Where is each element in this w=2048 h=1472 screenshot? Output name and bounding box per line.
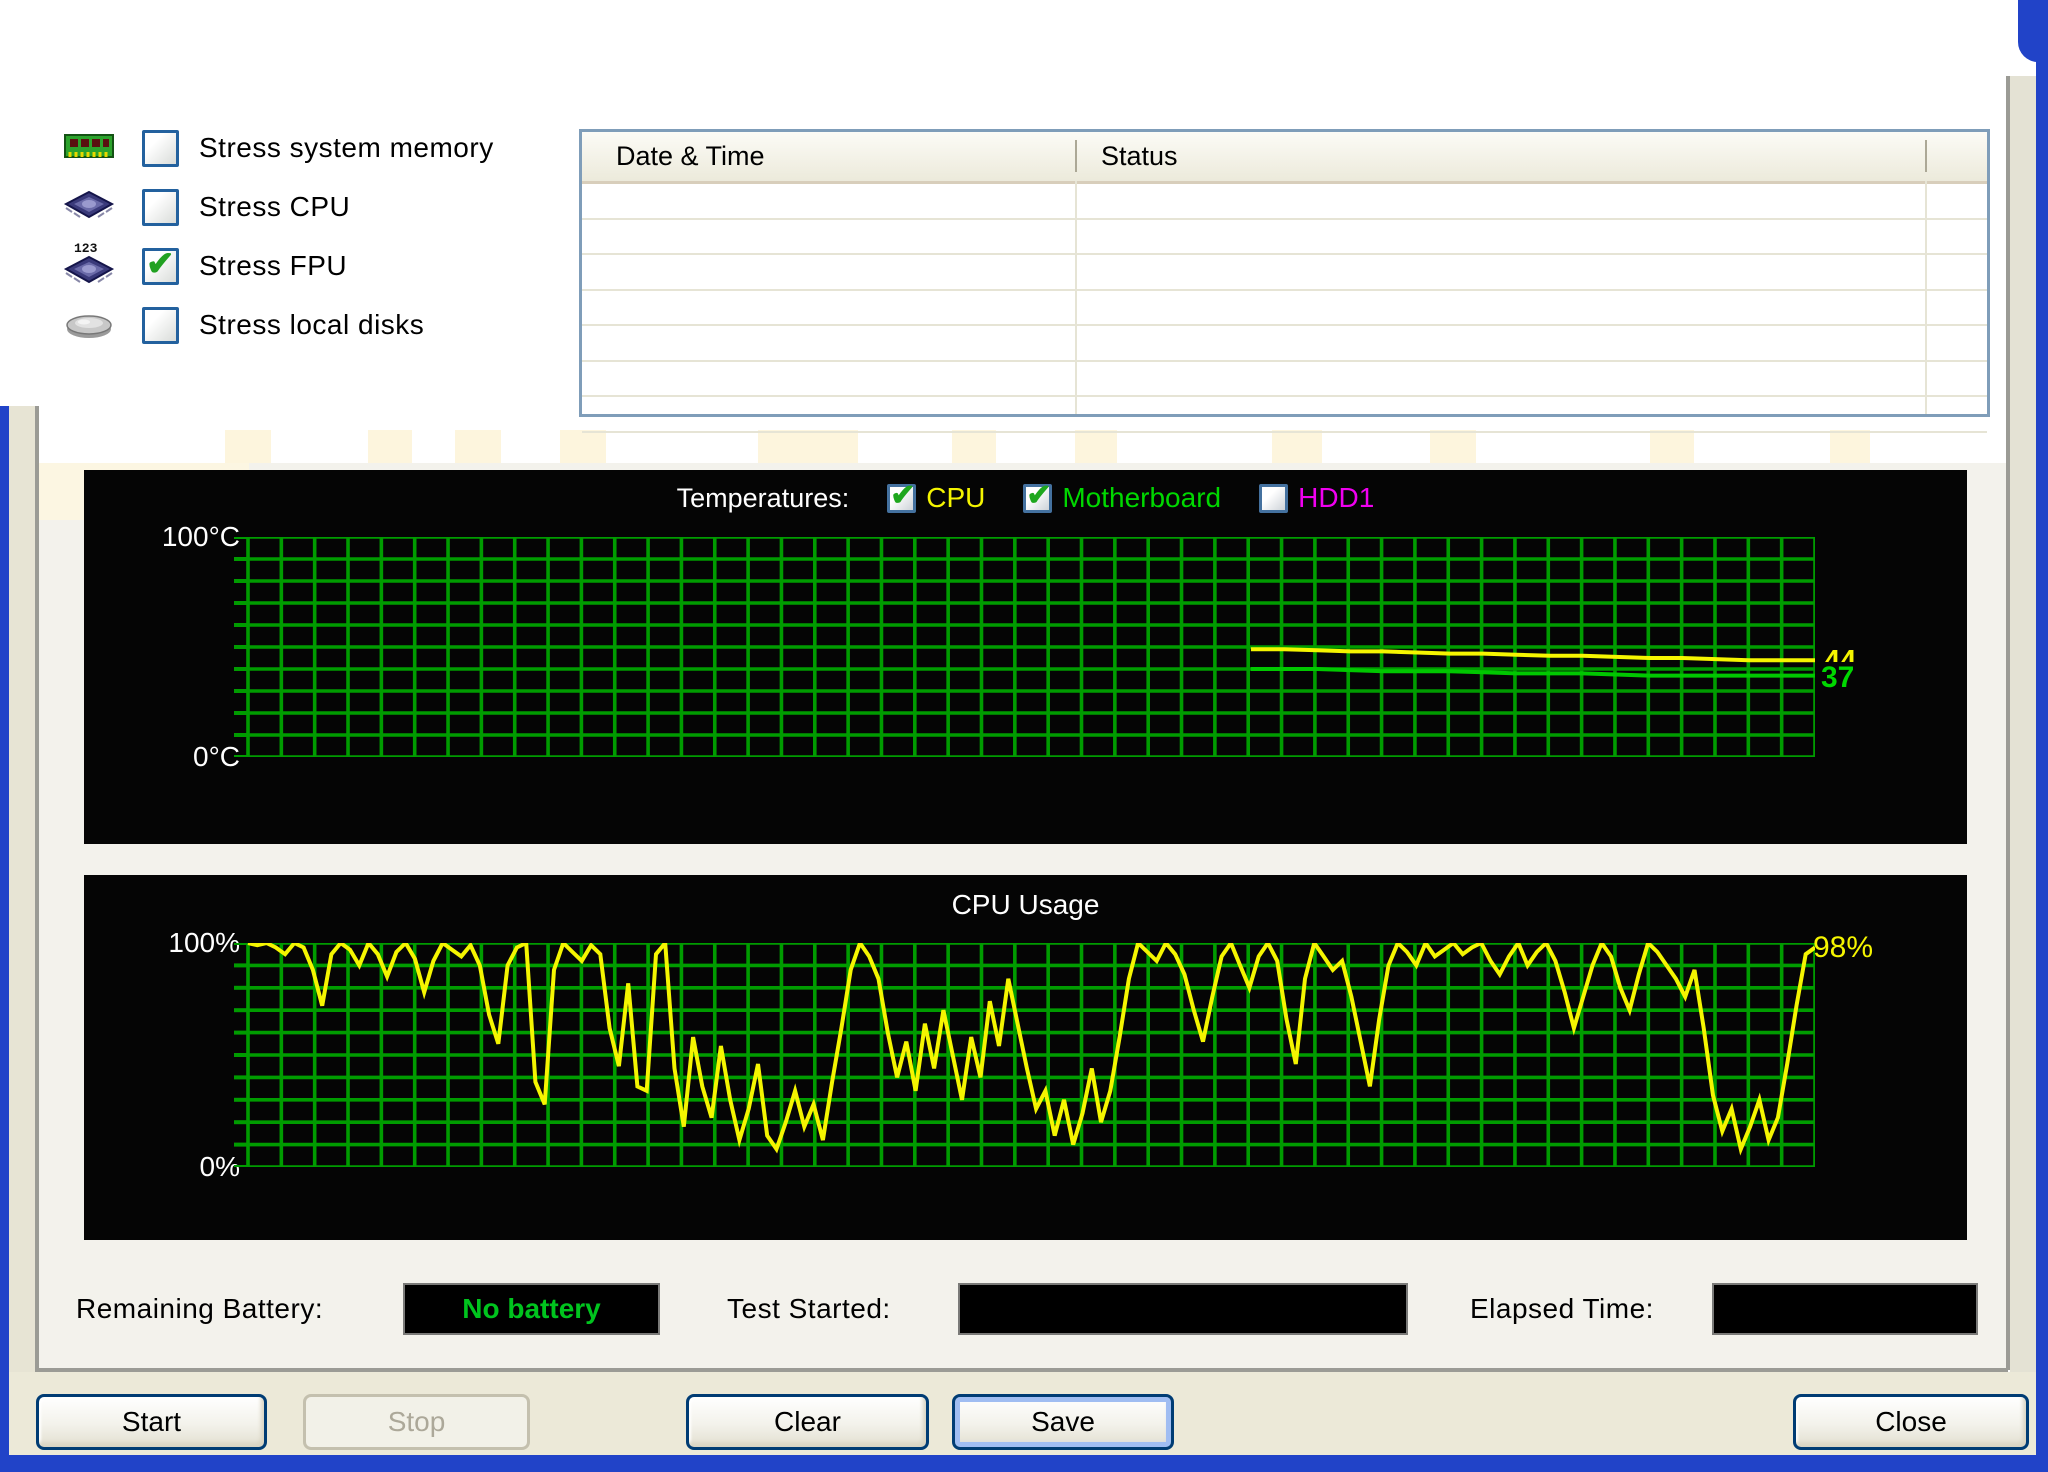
- stability-test-window: ✔ Stress system memory ✔ Stress CPU 123 …: [0, 0, 2048, 1472]
- window-border-left: [0, 406, 9, 1472]
- stress-disks-label: Stress local disks: [199, 309, 424, 341]
- check-icon: ✔: [890, 478, 915, 513]
- stop-button[interactable]: Stop: [303, 1394, 530, 1450]
- save-button[interactable]: Save: [952, 1394, 1174, 1450]
- temperature-graph-panel: Temperatures: ✔ CPU ✔ Motherboard ✔ HDD1…: [84, 470, 1967, 844]
- watermark-square: [368, 430, 412, 463]
- motherboard-series-checkbox[interactable]: ✔: [1023, 484, 1052, 513]
- event-log-table: Date & Time Status: [579, 129, 1990, 417]
- window-margin-right: [2010, 76, 2036, 1455]
- stress-memory-checkbox[interactable]: ✔: [142, 130, 179, 167]
- battery-value-box: No battery: [403, 1283, 660, 1335]
- cpu-usage-chart: [234, 943, 1815, 1167]
- log-table-row: [582, 362, 1987, 398]
- cpu-series-label: CPU: [926, 482, 985, 514]
- log-table-row: [582, 291, 1987, 327]
- check-icon: ✔: [146, 244, 175, 284]
- watermark-square: [1272, 430, 1322, 463]
- hdd1-series-label: HDD1: [1298, 482, 1374, 514]
- watermark-square: [455, 430, 501, 463]
- window-border-bottom: [0, 1455, 2048, 1472]
- memory-icon: [60, 125, 118, 171]
- stress-option-cpu[interactable]: ✔ Stress CPU: [60, 181, 620, 233]
- cpu-usage-title: CPU Usage: [84, 889, 1967, 921]
- elapsed-time-label: Elapsed Time:: [1470, 1283, 1654, 1335]
- battery-value: No battery: [462, 1293, 600, 1325]
- window-border-right: [2036, 0, 2048, 1472]
- cpu-temp-current-value: 44: [1824, 647, 1856, 662]
- stress-memory-label: Stress system memory: [199, 132, 494, 164]
- watermark-square: [1075, 430, 1117, 463]
- cpu-axis-max-label: 100%: [110, 927, 240, 959]
- watermark-square: [225, 430, 271, 463]
- start-button[interactable]: Start: [36, 1394, 267, 1450]
- close-button[interactable]: Close: [1793, 1394, 2029, 1450]
- log-table-row: [582, 220, 1987, 256]
- watermark-square: [952, 430, 996, 463]
- log-table-row: [582, 397, 1987, 433]
- column-header-datetime[interactable]: Date & Time: [616, 141, 765, 172]
- temperature-legend: Temperatures: ✔ CPU ✔ Motherboard ✔ HDD1: [84, 482, 1967, 514]
- stress-option-fpu[interactable]: 123 ✔ Stress FPU: [60, 240, 620, 292]
- clear-button[interactable]: Clear: [686, 1394, 929, 1450]
- temperature-chart: [234, 537, 1815, 757]
- header-divider: [1075, 140, 1077, 172]
- cpu-series-checkbox[interactable]: ✔: [887, 484, 916, 513]
- stress-cpu-label: Stress CPU: [199, 191, 350, 223]
- watermark-square: [1430, 430, 1476, 463]
- watermark-square: [1650, 430, 1694, 463]
- temp-axis-min-label: 0°C: [110, 741, 240, 773]
- svg-text:123: 123: [74, 241, 98, 256]
- event-log-body: [582, 184, 1987, 414]
- stress-option-memory[interactable]: ✔ Stress system memory: [60, 122, 620, 174]
- column-header-status[interactable]: Status: [1101, 141, 1178, 172]
- fpu-icon: 123: [60, 243, 118, 289]
- stress-fpu-checkbox[interactable]: ✔: [142, 248, 179, 285]
- log-table-row: [582, 184, 1987, 220]
- motherboard-series-label: Motherboard: [1062, 482, 1221, 514]
- legend-toggle-motherboard[interactable]: ✔ Motherboard: [1023, 482, 1221, 514]
- stress-cpu-checkbox[interactable]: ✔: [142, 189, 179, 226]
- panel-edge-left: [35, 406, 39, 1370]
- cpu-usage-current-value: 98%: [1813, 931, 1873, 965]
- window-border-corner: [2018, 0, 2048, 62]
- cpu-icon: [60, 184, 118, 230]
- stress-option-disks[interactable]: ✔ Stress local disks: [60, 299, 620, 351]
- stress-fpu-label: Stress FPU: [199, 250, 347, 282]
- cpu-usage-graph-panel: CPU Usage 100% 0% 98%: [84, 875, 1967, 1240]
- temp-axis-max-label: 100°C: [110, 521, 240, 553]
- test-started-value-box: [958, 1283, 1408, 1335]
- legend-toggle-cpu[interactable]: ✔ CPU: [887, 482, 985, 514]
- elapsed-time-value-box: [1712, 1283, 1978, 1335]
- hdd1-series-checkbox[interactable]: ✔: [1259, 484, 1288, 513]
- event-log-header: Date & Time Status: [582, 132, 1987, 184]
- watermark-square: [758, 430, 858, 463]
- legend-toggle-hdd1[interactable]: ✔ HDD1: [1259, 482, 1374, 514]
- log-table-row: [582, 255, 1987, 291]
- disk-icon: [60, 302, 118, 348]
- test-started-label: Test Started:: [727, 1283, 891, 1335]
- cpu-axis-min-label: 0%: [110, 1151, 240, 1183]
- watermark-square: [1830, 430, 1870, 463]
- battery-label: Remaining Battery:: [76, 1283, 323, 1335]
- header-divider: [1925, 140, 1927, 172]
- check-icon: ✔: [1026, 478, 1051, 513]
- window-margin-left: [9, 406, 35, 1455]
- stress-disks-checkbox[interactable]: ✔: [142, 307, 179, 344]
- log-table-row: [582, 326, 1987, 362]
- watermark-square: [560, 430, 606, 463]
- motherboard-temp-current-value: 37: [1821, 661, 1854, 695]
- temperature-legend-caption: Temperatures:: [677, 483, 850, 514]
